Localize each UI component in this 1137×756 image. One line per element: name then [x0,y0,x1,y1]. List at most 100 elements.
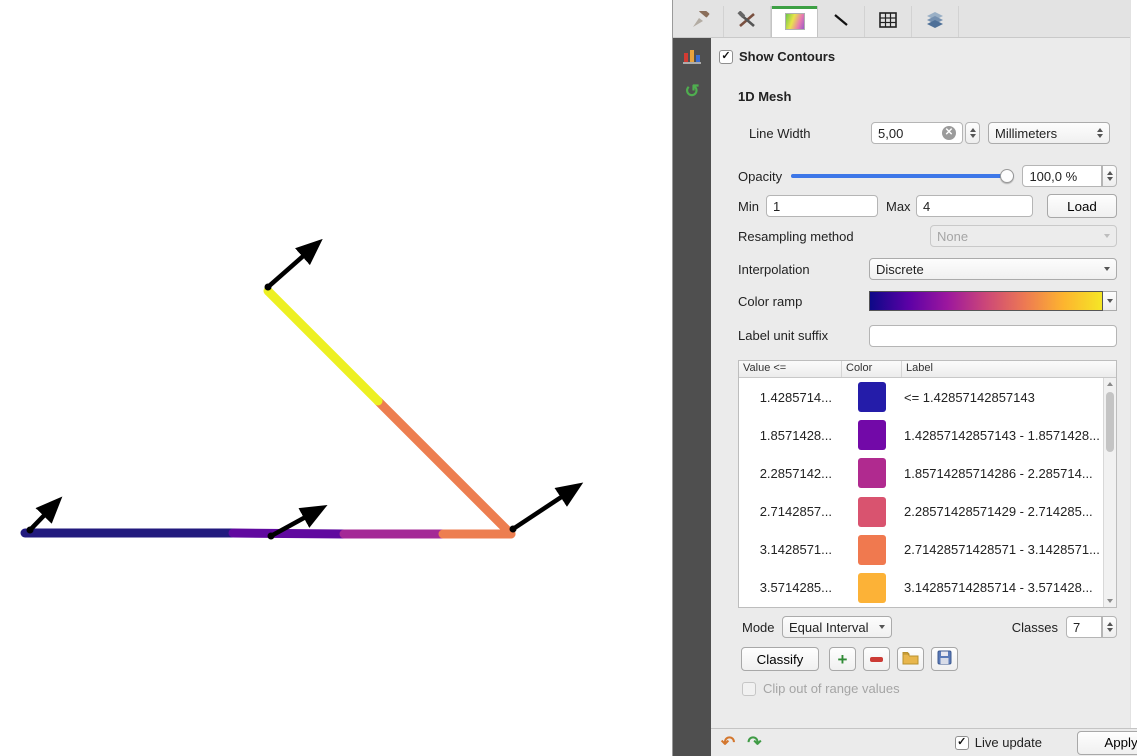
opacity-stepper[interactable] [1102,165,1117,187]
slider-handle[interactable] [1000,169,1014,183]
color-ramp-button[interactable] [869,291,1117,311]
label-suffix-input[interactable] [869,325,1117,347]
tab-vectors[interactable] [818,6,865,37]
table-row[interactable]: 2.2857142... 1.85714285714286 - 2.285714.… [739,454,1103,492]
class-color-swatch[interactable] [858,458,886,488]
classes-table-header: Value <= Color Label [739,361,1116,378]
class-value[interactable]: 2.2857142... [739,466,842,481]
class-value[interactable]: 1.4285714... [739,390,842,405]
remove-class-button[interactable] [863,647,890,671]
classes-input[interactable]: 7 [1066,616,1102,638]
show-contours-checkbox[interactable]: ✓ [719,50,733,64]
classes-table-body: 1.4285714... <= 1.42857142857143 1.8571428… [739,378,1103,607]
map-canvas[interactable] [0,0,672,756]
line-width-unit-dropdown[interactable]: Millimeters [988,122,1110,144]
mesh-svg [0,0,672,756]
histogram-icon [682,47,702,68]
class-value[interactable]: 1.8571428... [739,428,842,443]
load-button[interactable]: Load [1047,194,1117,218]
chevron-down-icon [873,625,885,629]
min-label: Min [738,199,766,214]
classes-table[interactable]: Value <= Color Label 1.4285714... <= 1.42… [738,360,1117,608]
table-scrollbar[interactable] [1103,378,1116,607]
class-label[interactable]: 1.85714285714286 - 2.285714... [902,466,1103,481]
folder-icon [902,651,919,668]
table-row[interactable]: 3.1428571... 2.71428571428571 - 3.1428571… [739,531,1103,569]
apply-button[interactable]: Apply [1077,731,1137,755]
class-color-swatch[interactable] [858,420,886,450]
scroll-down-icon[interactable] [1107,599,1113,603]
class-color-swatch[interactable] [858,573,886,603]
paintbrush-icon [690,11,710,32]
class-value[interactable]: 2.7142857... [739,504,842,519]
tab-mesh-settings[interactable] [724,6,771,37]
interpolation-dropdown[interactable]: Discrete [869,258,1117,280]
classes-value: 7 [1073,620,1080,635]
tab-contours[interactable] [771,6,818,37]
save-style-button[interactable] [931,647,958,671]
class-color-swatch[interactable] [858,535,886,565]
history-button[interactable]: ↺ [679,78,705,104]
live-update-label: Live update [975,735,1042,750]
mesh-edge [233,533,344,534]
class-label[interactable]: 2.71428571428571 - 3.1428571... [902,542,1103,557]
max-label: Max [886,199,916,214]
opacity-row: Opacity 100,0 % [738,164,1117,188]
grid-icon [879,12,897,31]
color-ramp-preview[interactable] [869,291,1103,311]
line-width-stepper[interactable] [965,122,980,144]
color-ramp-menu-arrow[interactable] [1103,291,1117,311]
table-scrollbar-thumb[interactable] [1106,392,1114,452]
tab-rendering[interactable] [865,6,912,37]
symbology-style-button[interactable] [679,44,705,70]
mode-dropdown[interactable]: Equal Interval [782,616,892,638]
opacity-slider[interactable] [791,168,1015,184]
class-label[interactable]: 2.28571428571429 - 2.714285... [902,504,1103,519]
redo-icon[interactable]: ↷ [747,734,761,751]
min-input[interactable]: 1 [766,195,878,217]
minus-icon [870,657,883,662]
diagonal-line-icon [832,12,850,31]
class-value[interactable]: 3.1428571... [739,542,842,557]
spin-down-icon[interactable] [970,134,976,138]
tab-symbology[interactable] [677,6,724,37]
value-column-header[interactable]: Value <= [739,361,842,377]
table-row[interactable]: 1.4285714... <= 1.42857142857143 [739,378,1103,416]
panel-side-toolbar: ↺ [673,38,711,756]
live-update-checkbox[interactable]: ✓ [955,736,969,750]
mode-value: Equal Interval [789,620,869,635]
add-class-button[interactable]: + [829,647,856,671]
class-value[interactable]: 3.5714285... [739,580,842,595]
clip-checkbox[interactable] [742,682,756,696]
table-row[interactable]: 3.5714285... 3.14285714285714 - 3.571428.… [739,569,1103,607]
class-label[interactable]: 1.42857142857143 - 1.8571428... [902,428,1103,443]
line-width-input[interactable]: 5,00 ✕ [871,122,963,144]
class-color-swatch[interactable] [858,382,886,412]
opacity-value: 100,0 % [1029,169,1077,184]
chevron-down-icon [1098,267,1110,271]
color-column-header[interactable]: Color [842,361,902,377]
tab-averaging[interactable] [912,6,959,37]
class-color-swatch[interactable] [858,497,886,527]
mesh-section-title: 1D Mesh [738,89,791,104]
table-row[interactable]: 2.7142857... 2.28571428571429 - 2.714285.… [739,493,1103,531]
max-input[interactable]: 4 [916,195,1033,217]
opacity-value-input[interactable]: 100,0 % [1022,165,1102,187]
vector-arrow [513,486,578,529]
table-row[interactable]: 1.8571428... 1.42857142857143 - 1.8571428… [739,416,1103,454]
classify-button[interactable]: Classify [741,647,819,671]
undo-icon[interactable]: ↶ [721,734,735,751]
panel-scrollbar[interactable] [1130,0,1137,756]
label-suffix-row: Label unit suffix [738,321,1117,351]
class-label[interactable]: 3.14285714285714 - 3.571428... [902,580,1103,595]
show-contours-label: Show Contours [739,49,835,64]
clear-icon[interactable]: ✕ [942,126,956,140]
min-value: 1 [773,199,780,214]
classes-stepper[interactable] [1102,616,1117,638]
class-label[interactable]: <= 1.42857142857143 [902,390,1103,405]
spin-up-icon[interactable] [970,128,976,132]
resampling-dropdown: None [930,225,1117,247]
scroll-up-icon[interactable] [1107,382,1113,386]
load-style-button[interactable] [897,647,924,671]
label-column-header[interactable]: Label [902,361,1116,377]
